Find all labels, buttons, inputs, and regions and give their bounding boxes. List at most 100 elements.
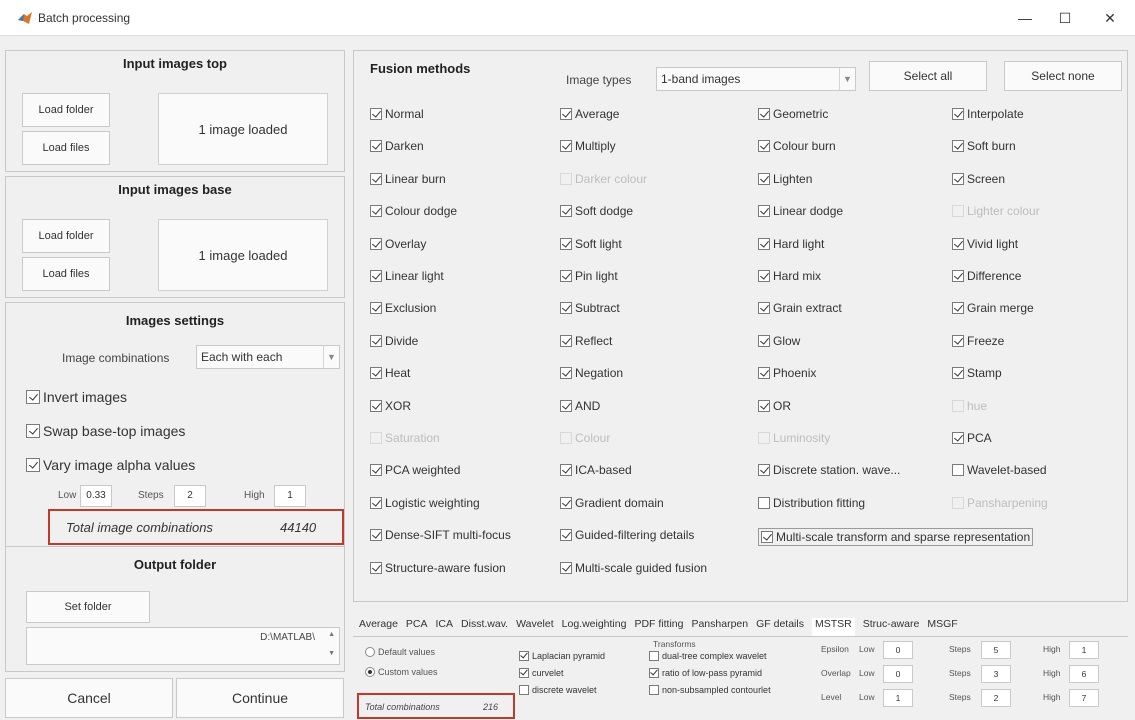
method-pca-checkbox[interactable]: PCA [952,431,992,445]
swap-base-top-checkbox[interactable]: Swap base-top images [26,423,185,439]
method-grain-extract-checkbox[interactable]: Grain extract [758,301,842,315]
method-interpolate-checkbox[interactable]: Interpolate [952,107,1024,121]
param-level-low-input[interactable]: 1 [883,689,913,707]
method-xor-checkbox[interactable]: XOR [370,399,411,413]
method-freeze-checkbox[interactable]: Freeze [952,334,1004,348]
alpha-low-input[interactable]: 0.33 [80,485,112,507]
tab-ica[interactable]: ICA [436,618,454,636]
method-geometric-checkbox[interactable]: Geometric [758,107,828,121]
invert-images-checkbox[interactable]: Invert images [26,389,127,405]
method-darken-checkbox[interactable]: Darken [370,139,424,153]
tab-average[interactable]: Average [359,618,398,636]
param-epsilon-high-input[interactable]: 1 [1069,641,1099,659]
method-colour-dodge-checkbox[interactable]: Colour dodge [370,204,457,218]
image-types-select[interactable]: 1-band images ▼ [656,67,856,91]
method-linear-dodge-checkbox[interactable]: Linear dodge [758,204,843,218]
method-pin-light-checkbox[interactable]: Pin light [560,269,618,283]
tab-log-weighting[interactable]: Log.weighting [562,618,627,636]
load-files-base-button[interactable]: Load files [22,257,110,291]
image-combinations-select[interactable]: Each with each ▼ [196,345,340,369]
select-none-button[interactable]: Select none [1004,61,1122,91]
method-difference-checkbox[interactable]: Difference [952,269,1021,283]
method-heat-checkbox[interactable]: Heat [370,366,410,380]
method-linear-light-checkbox[interactable]: Linear light [370,269,444,283]
method-overlay-checkbox[interactable]: Overlay [370,237,426,251]
tab-struc-aware[interactable]: Struc-aware [863,618,920,636]
transform-non-subsampled-contourlet-checkbox[interactable]: non-subsampled contourlet [649,685,771,695]
tab-disst-wav[interactable]: Disst.wav. [461,618,508,636]
tab-pdf-fitting[interactable]: PDF fitting [634,618,683,636]
transform-ratio-of-low-pass-pyramid-checkbox[interactable]: ratio of low-pass pyramid [649,668,762,678]
custom-values-radio[interactable]: Custom values [365,667,438,677]
method-discrete-station-wave-checkbox[interactable]: Discrete station. wave... [758,463,900,477]
param-overlap-steps-input[interactable]: 3 [981,665,1011,683]
method-guided-filtering-details-checkbox[interactable]: Guided-filtering details [560,528,694,542]
method-or-checkbox[interactable]: OR [758,399,791,413]
method-soft-burn-checkbox[interactable]: Soft burn [952,139,1016,153]
method-multiply-checkbox[interactable]: Multiply [560,139,616,153]
method-grain-merge-checkbox[interactable]: Grain merge [952,301,1034,315]
load-files-top-button[interactable]: Load files [22,131,110,165]
tab-pca[interactable]: PCA [406,618,428,636]
method-exclusion-checkbox[interactable]: Exclusion [370,301,436,315]
param-overlap-high-input[interactable]: 6 [1069,665,1099,683]
tab-msgf[interactable]: MSGF [927,618,957,636]
method-colour-burn-checkbox[interactable]: Colour burn [758,139,836,153]
continue-button[interactable]: Continue [176,678,344,718]
method-phoenix-checkbox[interactable]: Phoenix [758,366,816,380]
vary-alpha-checkbox[interactable]: Vary image alpha values [26,457,195,473]
param-epsilon-low-input[interactable]: 0 [883,641,913,659]
tab-wavelet[interactable]: Wavelet [516,618,554,636]
transform-discrete-wavelet-checkbox[interactable]: discrete wavelet [519,685,597,695]
method-negation-checkbox[interactable]: Negation [560,366,623,380]
minimize-button[interactable]: — [1010,6,1040,30]
method-soft-dodge-checkbox[interactable]: Soft dodge [560,204,633,218]
scroll-down-icon[interactable]: ▼ [328,650,335,657]
method-pca-weighted-checkbox[interactable]: PCA weighted [370,463,460,477]
load-folder-top-button[interactable]: Load folder [22,93,110,127]
method-and-checkbox[interactable]: AND [560,399,600,413]
method-glow-checkbox[interactable]: Glow [758,334,800,348]
method-logistic-weighting-checkbox[interactable]: Logistic weighting [370,496,480,510]
default-values-radio[interactable]: Default values [365,647,435,657]
method-hard-light-checkbox[interactable]: Hard light [758,237,824,251]
close-button[interactable]: ✕ [1095,6,1125,30]
method-divide-checkbox[interactable]: Divide [370,334,418,348]
method-ica-based-checkbox[interactable]: ICA-based [560,463,632,477]
method-structure-aware-fusion-checkbox[interactable]: Structure-aware fusion [370,561,506,575]
method-vivid-light-checkbox[interactable]: Vivid light [952,237,1018,251]
method-soft-light-checkbox[interactable]: Soft light [560,237,622,251]
param-level-steps-input[interactable]: 2 [981,689,1011,707]
maximize-button[interactable]: ☐ [1050,6,1080,30]
scroll-up-icon[interactable]: ▲ [328,631,335,638]
param-overlap-low-input[interactable]: 0 [883,665,913,683]
transform-laplacian-pyramid-checkbox[interactable]: Laplacian pyramid [519,651,605,661]
tab-gf-details[interactable]: GF details [756,618,804,636]
method-lighten-checkbox[interactable]: Lighten [758,172,812,186]
method-screen-checkbox[interactable]: Screen [952,172,1005,186]
method-wavelet-based-checkbox[interactable]: Wavelet-based [952,463,1047,477]
method-hard-mix-checkbox[interactable]: Hard mix [758,269,821,283]
tab-mstsr[interactable]: MSTSR [811,618,855,636]
method-multi-scale-transform-and-sparse-representation-checkbox[interactable]: Multi-scale transform and sparse represe… [758,528,1034,547]
param-epsilon-steps-input[interactable]: 5 [981,641,1011,659]
set-folder-button[interactable]: Set folder [26,591,150,623]
method-multi-scale-guided-fusion-checkbox[interactable]: Multi-scale guided fusion [560,561,707,575]
method-linear-burn-checkbox[interactable]: Linear burn [370,172,446,186]
method-subtract-checkbox[interactable]: Subtract [560,301,620,315]
method-dense-sift-multi-focus-checkbox[interactable]: Dense-SIFT multi-focus [370,528,511,542]
method-normal-checkbox[interactable]: Normal [370,107,424,121]
tab-pansharpen[interactable]: Pansharpen [691,618,748,636]
method-average-checkbox[interactable]: Average [560,107,619,121]
method-stamp-checkbox[interactable]: Stamp [952,366,1002,380]
alpha-steps-input[interactable]: 2 [174,485,206,507]
method-gradient-domain-checkbox[interactable]: Gradient domain [560,496,664,510]
cancel-button[interactable]: Cancel [5,678,173,718]
alpha-high-input[interactable]: 1 [274,485,306,507]
transform-curvelet-checkbox[interactable]: curvelet [519,668,564,678]
method-distribution-fitting-checkbox[interactable]: Distribution fitting [758,496,865,510]
load-folder-base-button[interactable]: Load folder [22,219,110,253]
method-reflect-checkbox[interactable]: Reflect [560,334,612,348]
select-all-button[interactable]: Select all [869,61,987,91]
transform-dual-tree-complex-wavelet-checkbox[interactable]: dual-tree complex wavelet [649,651,767,661]
